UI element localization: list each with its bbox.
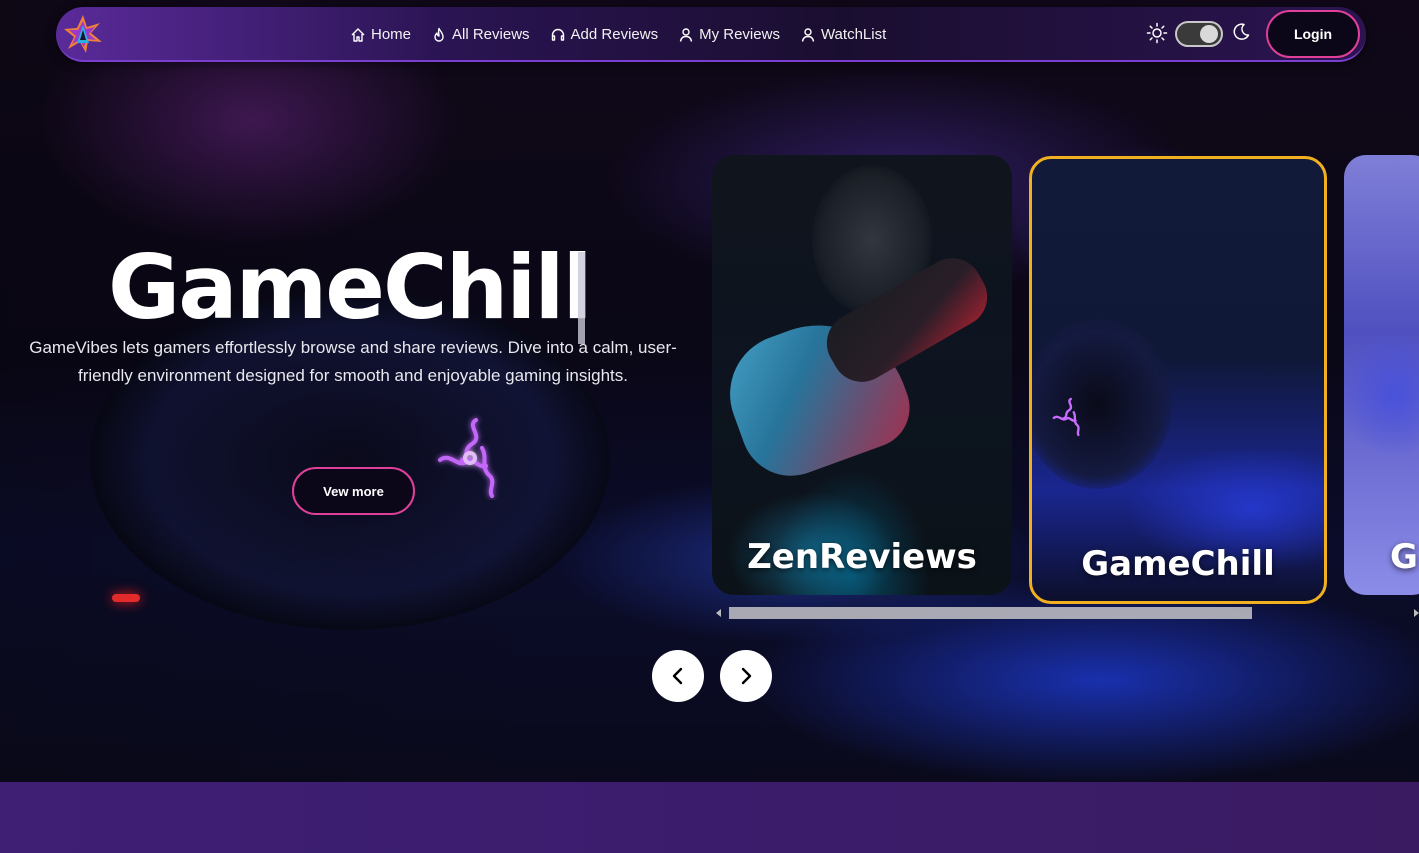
carousel-prev-button[interactable] [652,650,704,702]
carousel-card-zenreviews[interactable]: ZenReviews [712,155,1012,595]
card-title: GameChill [1081,544,1275,584]
nav-add-reviews-label: Add Reviews [570,26,659,43]
chevron-left-icon [672,667,683,685]
razer-logo-icon [1052,397,1080,437]
carousel-scrollbar-thumb[interactable] [729,607,1252,619]
nav-watchlist-label: WatchList [820,26,887,43]
theme-toggle-knob [1200,25,1218,43]
theme-toggle[interactable] [1175,21,1223,47]
navbar: Home All Reviews Add Reviews My Reviews … [56,7,1366,62]
scrollbar-right-arrow[interactable] [1414,609,1419,617]
moon-icon[interactable] [1231,22,1251,42]
typing-caret [578,252,585,344]
view-more-button[interactable]: Vew more [292,467,415,515]
hero-title: GameChill [108,236,593,339]
nav-add-reviews[interactable]: Add Reviews [550,26,659,43]
nav-home[interactable]: Home [350,26,411,43]
nav-my-reviews-label: My Reviews [699,26,780,43]
nav-watchlist[interactable]: WatchList [800,26,886,43]
sun-icon[interactable] [1146,22,1168,44]
user-icon [679,27,693,42]
carousel-card-partial[interactable]: G [1344,155,1419,595]
home-icon [351,27,365,42]
user-icon [801,27,815,42]
nav-all-reviews-label: All Reviews [452,26,530,43]
chevron-right-icon [741,667,752,685]
hero-description: GameVibes lets gamers effortlessly brows… [29,338,677,385]
flame-icon [434,27,444,42]
scrollbar-left-arrow[interactable] [716,609,721,617]
carousel-card-gamechill[interactable]: GameChill [1029,156,1327,604]
card-title: G [1390,537,1418,577]
next-section [0,782,1419,853]
nav-links: Home All Reviews Add Reviews My Reviews … [350,7,886,62]
card-title: ZenReviews [747,537,977,577]
brand-logo[interactable] [62,13,104,55]
login-button[interactable]: Login [1266,10,1360,58]
carousel-next-button[interactable] [720,650,772,702]
headset-icon [551,28,564,41]
nav-home-label: Home [371,26,412,43]
nav-my-reviews[interactable]: My Reviews [678,26,780,43]
nav-all-reviews[interactable]: All Reviews [431,26,530,43]
